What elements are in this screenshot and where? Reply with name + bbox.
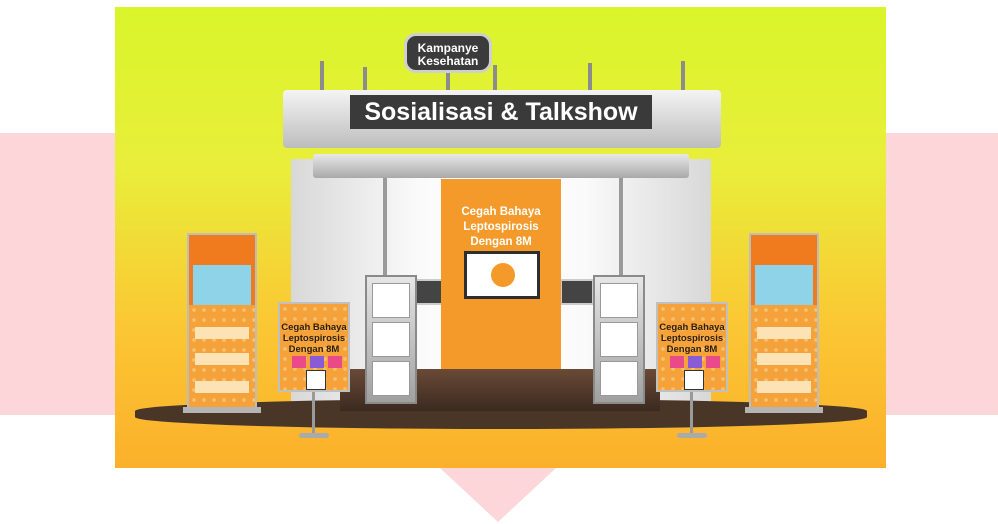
brochure-slot xyxy=(600,361,638,396)
qr-code-icon xyxy=(306,370,326,390)
brochure-slot xyxy=(372,283,410,318)
banner-info-row xyxy=(757,381,811,393)
house-icon xyxy=(688,356,702,368)
screen-logo xyxy=(491,263,515,287)
rollup-banner-right xyxy=(749,233,819,409)
banner-scene-art xyxy=(755,265,813,305)
stand-foot xyxy=(677,433,707,438)
rollup-base xyxy=(183,407,261,413)
ribbon-arrow-down xyxy=(440,468,556,522)
house-icon xyxy=(310,356,324,368)
booth-canopy xyxy=(313,154,689,178)
rollup-banner-left xyxy=(187,233,257,409)
stand-pole xyxy=(690,392,693,434)
roof-title: Sosialisasi & Talkshow xyxy=(350,95,652,129)
banner-info-row xyxy=(195,353,249,365)
banner-info-row xyxy=(195,327,249,339)
banner-info-row xyxy=(195,381,249,393)
house-icon xyxy=(328,356,342,368)
banner-scene-art xyxy=(193,265,251,305)
brochure-slot xyxy=(372,322,410,357)
houses-art xyxy=(666,350,720,368)
rollup-base xyxy=(745,407,823,413)
poster-stand-left: Cegah Bahaya Leptospirosis Dengan 8M xyxy=(278,302,350,392)
houses-art xyxy=(288,350,342,368)
stand-pole xyxy=(312,392,315,434)
kampanye-kesehatan-sign: Kampanye Kesehatan xyxy=(404,33,492,73)
brochure-slot xyxy=(600,283,638,318)
brochure-slot xyxy=(372,361,410,396)
house-icon xyxy=(292,356,306,368)
brochure-rack-left xyxy=(365,275,417,404)
brochure-rack-right xyxy=(593,275,645,404)
banner-info-row xyxy=(757,327,811,339)
center-title: Cegah Bahaya Leptospirosis Dengan 8M xyxy=(461,206,541,248)
brochure-slot xyxy=(600,322,638,357)
poster-stand-right: Cegah Bahaya Leptospirosis Dengan 8M xyxy=(656,302,728,392)
stand-foot xyxy=(299,433,329,438)
banner-info-row xyxy=(757,353,811,365)
booth-window xyxy=(560,279,594,305)
booth-illustration: Kampanye Kesehatan Sosialisasi & Talksho… xyxy=(115,7,886,468)
qr-code-icon xyxy=(684,370,704,390)
center-screen xyxy=(464,251,540,299)
house-icon xyxy=(706,356,720,368)
house-icon xyxy=(670,356,684,368)
